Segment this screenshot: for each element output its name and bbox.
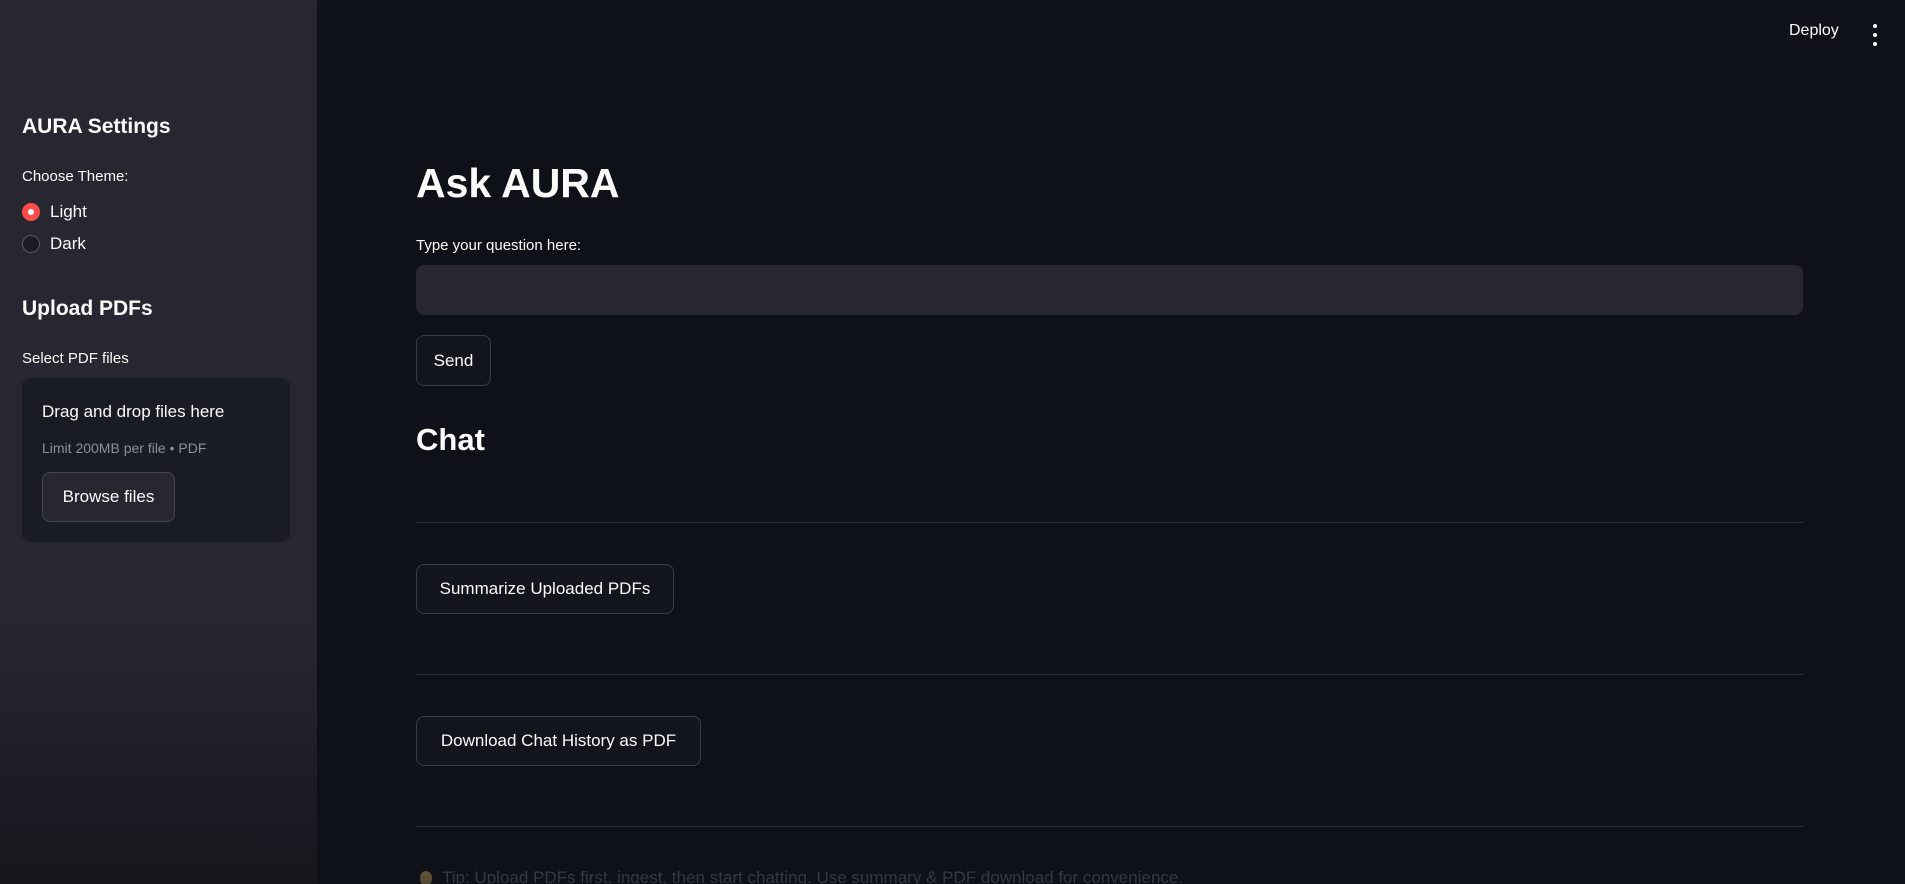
divider bbox=[416, 674, 1803, 675]
send-button[interactable]: Send bbox=[416, 335, 491, 386]
divider bbox=[416, 522, 1803, 523]
summarize-pdfs-button[interactable]: Summarize Uploaded PDFs bbox=[416, 564, 674, 614]
deploy-button[interactable]: Deploy bbox=[1789, 22, 1839, 40]
file-dropzone[interactable]: Drag and drop files here Limit 200MB per… bbox=[22, 378, 290, 542]
settings-heading: AURA Settings bbox=[22, 115, 171, 138]
select-pdf-label: Select PDF files bbox=[22, 350, 129, 367]
theme-radio-light[interactable]: Light bbox=[22, 202, 87, 222]
theme-radio-dark[interactable]: Dark bbox=[22, 234, 86, 254]
dropzone-title: Drag and drop files here bbox=[42, 402, 225, 421]
sidebar: AURA Settings Choose Theme: Light Dark U… bbox=[0, 0, 317, 884]
theme-label: Choose Theme: bbox=[22, 168, 129, 185]
theme-radio-light-label: Light bbox=[50, 202, 87, 221]
radio-unchecked-icon[interactable] bbox=[22, 235, 40, 253]
dropzone-limit: Limit 200MB per file • PDF bbox=[42, 440, 207, 456]
download-chat-history-button[interactable]: Download Chat History as PDF bbox=[416, 716, 701, 766]
upload-heading: Upload PDFs bbox=[22, 297, 153, 320]
tip-text-content: Tip: Upload PDFs first, ingest, then sta… bbox=[442, 868, 1184, 884]
divider bbox=[416, 826, 1803, 827]
question-input[interactable] bbox=[416, 265, 1803, 315]
page-title: Ask AURA bbox=[416, 160, 620, 206]
header-bar bbox=[317, 0, 1905, 3]
kebab-menu-icon[interactable] bbox=[1868, 24, 1882, 46]
lightbulb-icon bbox=[420, 871, 432, 884]
tip-text: Tip: Upload PDFs first, ingest, then sta… bbox=[420, 868, 1183, 884]
chat-heading: Chat bbox=[416, 422, 485, 457]
app-root: AURA Settings Choose Theme: Light Dark U… bbox=[0, 0, 1905, 884]
browse-files-button[interactable]: Browse files bbox=[42, 472, 175, 522]
question-label: Type your question here: bbox=[416, 237, 582, 254]
theme-radio-dark-label: Dark bbox=[50, 234, 86, 253]
radio-checked-icon[interactable] bbox=[22, 203, 40, 221]
